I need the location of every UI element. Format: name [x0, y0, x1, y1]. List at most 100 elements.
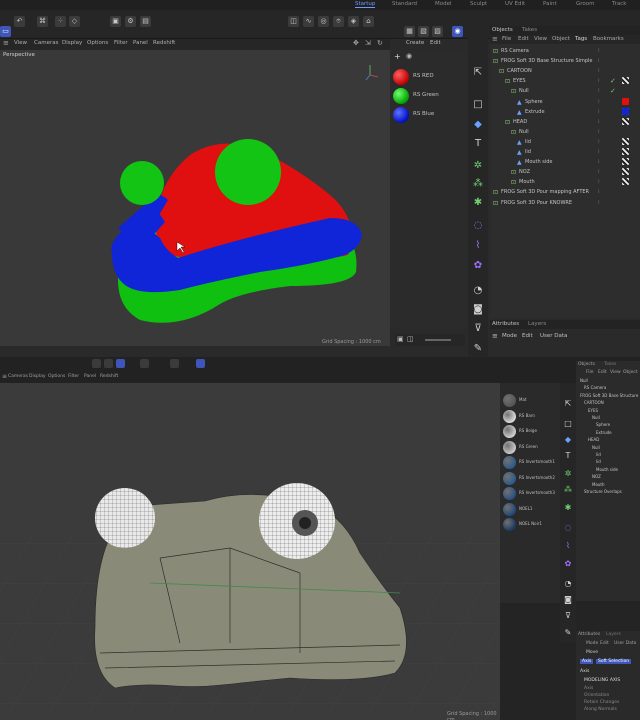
object-row[interactable]: ⊡ HEAD ⁞ — [490, 117, 640, 127]
hamburger-icon[interactable]: ≡ — [3, 39, 9, 47]
object-row[interactable]: CARTOON — [576, 400, 640, 407]
material-item[interactable]: RS Green — [502, 440, 560, 455]
move-tool-icon[interactable]: ⇱ — [471, 66, 485, 80]
camera-icon[interactable]: ◙ — [471, 303, 485, 317]
material-item[interactable]: Mat — [502, 393, 560, 408]
bottom-menu-display[interactable]: Display — [29, 374, 46, 379]
menu-filter[interactable]: Filter — [114, 40, 128, 46]
scene-icon[interactable]: ⌂ — [363, 16, 374, 27]
b-field-icon[interactable]: ✱ — [561, 501, 575, 515]
visibility-dots-icon[interactable]: ⁞ — [598, 48, 600, 54]
mat-menu-edit[interactable]: Edit — [430, 40, 441, 46]
select-tool-icon[interactable]: ▭ — [0, 26, 11, 37]
object-row[interactable]: ⊡ FROG Soft 3D Base Structure Simple ⁞ — [490, 56, 640, 66]
attr-menu-edit[interactable]: Edit — [522, 333, 533, 339]
b-text-tool-icon[interactable]: T — [561, 449, 575, 463]
layout-tab-standard[interactable]: Standard — [392, 1, 417, 7]
bottom-tool-icon-2[interactable] — [104, 359, 113, 368]
perspective-viewport-bottom[interactable]: Grid Spacing : 1000 cm — [0, 383, 500, 720]
enabled-check-icon[interactable]: ✓ — [610, 87, 616, 95]
attr-menu-user-data[interactable]: User Data — [540, 333, 567, 339]
b-attr-pill-axis[interactable]: Axis — [580, 659, 594, 664]
material-item[interactable]: RS Beige — [502, 424, 560, 439]
material-editor-icon[interactable]: ▧ — [418, 26, 429, 37]
deformer-icon[interactable]: ⌾ — [333, 16, 344, 27]
spline-icon[interactable]: ∿ — [303, 16, 314, 27]
play-icon[interactable]: ▣ — [397, 335, 404, 343]
menu-display[interactable]: Display — [62, 40, 82, 46]
attr-hamburger-icon[interactable]: ≡ — [492, 332, 498, 340]
twist-icon[interactable]: ✿ — [471, 259, 485, 273]
material-item[interactable]: NOEL1 — [502, 502, 560, 517]
cloner-icon[interactable]: ✲ — [471, 159, 485, 173]
perspective-viewport-top[interactable]: Perspective Grid Spacing : 1000 cm — [0, 50, 390, 346]
b-om-menu-object[interactable]: Object — [623, 370, 638, 375]
layout-tab-uv-edit[interactable]: UV Edit — [505, 1, 525, 7]
object-row[interactable]: Null — [576, 415, 640, 422]
environment-icon[interactable]: ◔ — [471, 284, 485, 298]
bottom-menu-cameras[interactable]: Cameras — [8, 374, 28, 379]
redshift-icon[interactable]: ◉ — [452, 26, 463, 37]
edges-mode-icon[interactable]: ◇ — [69, 16, 80, 27]
object-row[interactable]: ⊡ FROG Soft 3D Pour mapping AFTER ⁞ — [490, 187, 640, 197]
visibility-dots-icon[interactable]: ⁞ — [598, 68, 600, 74]
visibility-dots-icon[interactable]: ⁞ — [598, 139, 600, 145]
object-row[interactable]: HEAD — [576, 437, 640, 444]
b-environment-icon[interactable]: ◔ — [561, 577, 575, 591]
b-om-menu-edit[interactable]: Edit — [598, 370, 607, 375]
material-tag-icon[interactable] — [622, 107, 629, 115]
deformer-tool-icon[interactable]: ◌ — [471, 219, 485, 233]
object-row[interactable]: ⊡ FROG Soft 3D Pour KNOWRE ⁞ — [490, 198, 640, 208]
points-mode-icon[interactable]: ⁘ — [55, 16, 66, 27]
bottom-menu-options[interactable]: Options — [48, 374, 65, 379]
b-attr-menu-user-data[interactable]: User Data — [614, 641, 636, 646]
b-primitive-icon[interactable]: ◆ — [561, 433, 575, 447]
material-item[interactable]: NOEL Noir1 — [502, 517, 560, 532]
om-menu-file[interactable]: File — [502, 36, 511, 42]
visibility-dots-icon[interactable]: ⁞ — [598, 129, 600, 135]
object-row[interactable]: Mouth side — [576, 467, 640, 474]
bottom-menu-panel[interactable]: Panel — [84, 374, 96, 379]
undo-icon[interactable]: ↶ — [14, 16, 25, 27]
b-attr-menu-mode[interactable]: Mode — [586, 641, 598, 646]
material-tag-icon[interactable] — [622, 97, 629, 105]
texture-tag-icon[interactable] — [622, 117, 629, 125]
b-bend-icon[interactable]: ⌇ — [561, 539, 575, 553]
b-edit-icon[interactable]: ✎ — [561, 626, 575, 640]
primitive-cube-icon[interactable]: ◆ — [471, 118, 485, 132]
light-icon[interactable]: ⊽ — [471, 322, 485, 336]
object-row[interactable]: Structure Overlaps — [576, 489, 640, 496]
bottom-tool-icon-6[interactable] — [196, 359, 205, 368]
layout-tab-track[interactable]: Track — [612, 1, 626, 7]
object-row[interactable]: ⊡ CARTOON ⁞ — [490, 66, 640, 76]
om-menu-bookmarks[interactable]: Bookmarks — [593, 36, 624, 42]
object-row[interactable]: EYES — [576, 408, 640, 415]
menu-view[interactable]: View — [14, 40, 27, 46]
b-tab-objects[interactable]: Objects — [578, 362, 595, 367]
menu-redshift[interactable]: Redshift — [153, 40, 175, 46]
bottom-menu-filter[interactable]: Filter — [68, 374, 79, 379]
tab-layers[interactable]: Layers — [528, 321, 546, 327]
enabled-check-icon[interactable]: ✓ — [610, 77, 616, 85]
om-menu-object[interactable]: Object — [552, 36, 570, 42]
b-attr-menu-edit[interactable]: Edit — [600, 641, 609, 646]
layout-tab-model[interactable]: Model — [435, 1, 452, 7]
material-item[interactable]: RS Invertsmooth3 — [502, 486, 560, 501]
object-row[interactable]: ▲ lid ⁞ — [490, 137, 640, 147]
tab-objects[interactable]: Objects — [492, 27, 513, 33]
bottom-tool-icon-1[interactable] — [92, 359, 101, 368]
add-material-icon[interactable]: + — [394, 52, 401, 61]
material-filter-icon[interactable]: ◉ — [406, 52, 412, 60]
object-row[interactable]: ⊡ EYES ⁞ ✓ — [490, 76, 640, 86]
object-row[interactable]: NOZ — [576, 474, 640, 481]
texture-tag-icon[interactable] — [622, 148, 629, 155]
b-camera-icon[interactable]: ◙ — [561, 593, 575, 607]
object-row[interactable]: RS Camera — [576, 385, 640, 392]
zoom-view-icon[interactable]: ⇲ — [365, 39, 371, 47]
object-row[interactable]: ▲ lid ⁞ — [490, 147, 640, 157]
visibility-dots-icon[interactable]: ⁞ — [598, 159, 600, 165]
material-item[interactable]: RS Barn — [502, 409, 560, 424]
layout-tab-paint[interactable]: Paint — [543, 1, 557, 7]
menu-options[interactable]: Options — [87, 40, 108, 46]
object-row[interactable]: Null — [576, 445, 640, 452]
